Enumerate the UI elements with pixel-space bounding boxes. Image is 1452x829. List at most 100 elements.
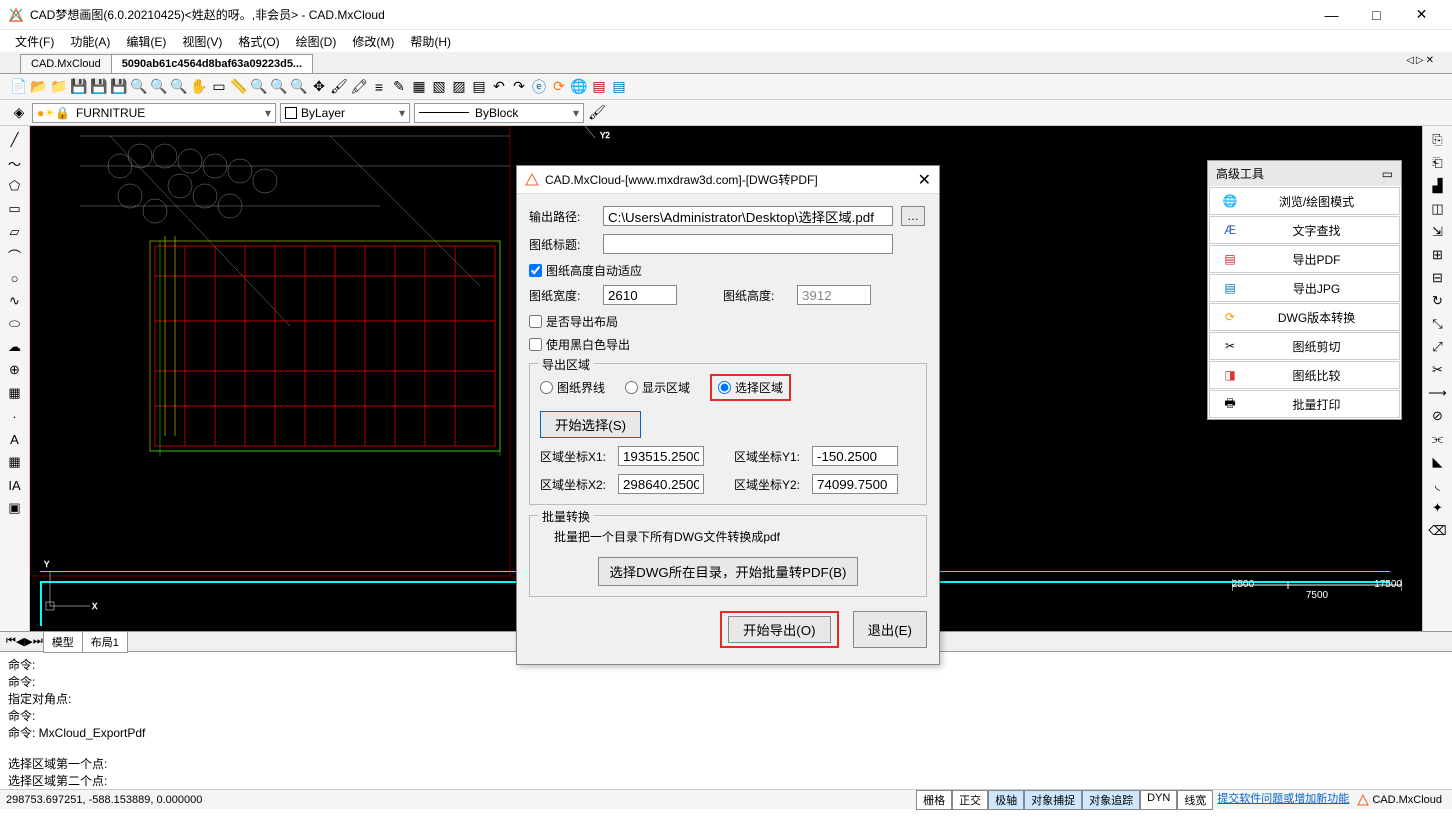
tab-next-icon[interactable]: ▷ (1416, 55, 1424, 66)
start-select-button[interactable]: 开始选择(S) (540, 411, 641, 438)
sb-osnap[interactable]: 对象捕捉 (1024, 790, 1082, 810)
open-icon[interactable]: 📂 (30, 78, 48, 96)
browse-button[interactable]: … (901, 206, 925, 226)
adv-textfind-button[interactable]: Æ文字查找 (1209, 216, 1400, 244)
close-button[interactable]: ✕ (1399, 1, 1444, 29)
insert-icon[interactable]: ⊕ (5, 360, 25, 380)
sb-dyn[interactable]: DYN (1140, 790, 1177, 810)
move-icon[interactable]: ✥ (310, 78, 328, 96)
tab-close-icon[interactable]: ✕ (1426, 55, 1434, 66)
pline-icon[interactable]: 〜 (5, 153, 25, 173)
zoomin-icon[interactable]: 🔍 (150, 78, 168, 96)
move2-icon[interactable]: ⇲ (1428, 222, 1448, 242)
adv-clip-button[interactable]: ✂图纸剪切 (1209, 332, 1400, 360)
trim-icon[interactable]: ✂ (1428, 360, 1448, 380)
feedback-link[interactable]: 提交软件问题或增加新功能 (1213, 790, 1353, 810)
mt-first-icon[interactable]: ⏮ (6, 635, 16, 648)
explode-icon[interactable]: ✦ (1428, 498, 1448, 518)
break-icon[interactable]: ⊘ (1428, 406, 1448, 426)
table-icon[interactable]: ▦ (5, 452, 25, 472)
copy-icon[interactable]: ⎘ (1428, 130, 1448, 150)
adv-compare-button[interactable]: ◨图纸比较 (1209, 361, 1400, 389)
ellipse-icon[interactable]: ⬭ (5, 314, 25, 334)
jpg-icon[interactable]: ▤ (610, 78, 628, 96)
zoomout-icon[interactable]: 🔍 (170, 78, 188, 96)
redo-icon[interactable]: ↷ (510, 78, 528, 96)
rotate-icon[interactable]: ↻ (1428, 291, 1448, 311)
zoomwin-icon[interactable]: 🔍 (270, 78, 288, 96)
array2-icon[interactable]: ⊟ (1428, 268, 1448, 288)
sb-lw[interactable]: 线宽 (1177, 790, 1213, 810)
refresh-icon[interactable]: ⟳ (550, 78, 568, 96)
tool2-icon[interactable]: ▧ (430, 78, 448, 96)
adv-dwgconv-button[interactable]: ⟳DWG版本转换 (1209, 303, 1400, 331)
adv-browse-button[interactable]: 🌐浏览/绘图模式 (1209, 187, 1400, 215)
zoom2-icon[interactable]: 🔍 (250, 78, 268, 96)
array-icon[interactable]: ⊞ (1428, 245, 1448, 265)
hatch-icon[interactable]: ▦ (5, 383, 25, 403)
save3-icon[interactable]: 💾 (110, 78, 128, 96)
region-icon[interactable]: ▣ (5, 498, 25, 518)
start-export-button[interactable]: 开始导出(O) (728, 616, 831, 643)
outpath-input[interactable] (603, 206, 893, 226)
join-icon[interactable]: ⫘ (1428, 429, 1448, 449)
text-icon[interactable]: A (5, 429, 25, 449)
erase-icon[interactable]: ⌫ (1428, 521, 1448, 541)
paint-icon[interactable]: 🖌 (330, 78, 348, 96)
bwexport-checkbox[interactable]: 使用黑白色导出 (529, 336, 927, 353)
doctitle-input[interactable] (603, 234, 893, 254)
tab-prev-icon[interactable]: ◁ (1406, 55, 1414, 66)
menu-draw[interactable]: 绘图(D) (289, 31, 344, 52)
rect-icon[interactable]: ▭ (5, 199, 25, 219)
x2-input[interactable] (618, 474, 704, 494)
layer-dropdown[interactable]: ●☀🔒 FURNITRUE (32, 103, 276, 123)
autofit-checkbox[interactable]: 图纸高度自动适应 (529, 262, 927, 279)
stretch-icon[interactable]: ⤢ (1428, 337, 1448, 357)
offset-icon[interactable]: ◫ (1428, 199, 1448, 219)
tab-model[interactable]: 模型 (43, 631, 83, 653)
line-icon[interactable]: ╱ (5, 130, 25, 150)
exportlayout-checkbox[interactable]: 是否导出布局 (529, 313, 927, 330)
linetype-dropdown[interactable]: ByBlock (414, 103, 584, 123)
edit-icon[interactable]: ✎ (390, 78, 408, 96)
radio-display[interactable]: 显示区域 (625, 379, 690, 396)
command-window[interactable]: 命令: 命令: 指定对角点: 命令: 命令: MxCloud_ExportPdf… (0, 651, 1452, 789)
layers-icon[interactable]: ≡ (370, 78, 388, 96)
dialog-close-button[interactable]: ✕ (918, 170, 931, 190)
mtext-icon[interactable]: IA (5, 475, 25, 495)
copy2-icon[interactable]: ⎗ (1428, 153, 1448, 173)
fillet-icon[interactable]: ◟ (1428, 475, 1448, 495)
mirror-icon[interactable]: ▟ (1428, 176, 1448, 196)
adv-exportpdf-button[interactable]: ▤导出PDF (1209, 245, 1400, 273)
sb-polar[interactable]: 极轴 (988, 790, 1024, 810)
mt-prev-icon[interactable]: ◀ (16, 635, 24, 648)
radio-bounds[interactable]: 图纸界线 (540, 379, 605, 396)
layermgr-icon[interactable]: ◈ (10, 104, 28, 122)
x1-input[interactable] (618, 446, 704, 466)
pan-icon[interactable]: ✋ (190, 78, 208, 96)
menu-view[interactable]: 视图(V) (175, 31, 229, 52)
chamfer-icon[interactable]: ◣ (1428, 452, 1448, 472)
globe-icon[interactable]: 🌐 (570, 78, 588, 96)
menu-edit[interactable]: 编辑(E) (119, 31, 173, 52)
spline-icon[interactable]: ∿ (5, 291, 25, 311)
sb-grid[interactable]: 栅格 (916, 790, 952, 810)
undo-icon[interactable]: ↶ (490, 78, 508, 96)
new-icon[interactable]: 📄 (10, 78, 28, 96)
adv-panel-menu-icon[interactable]: ▭ (1382, 167, 1393, 181)
width-input[interactable] (603, 285, 677, 305)
calc-icon[interactable]: ▤ (470, 78, 488, 96)
tool3-icon[interactable]: ▨ (450, 78, 468, 96)
menu-help[interactable]: 帮助(H) (403, 31, 458, 52)
tab-layout1[interactable]: 布局1 (82, 631, 128, 653)
exit-button[interactable]: 退出(E) (853, 611, 927, 648)
select-icon[interactable]: ▭ (210, 78, 228, 96)
rect2-icon[interactable]: ▱ (5, 222, 25, 242)
arc-icon[interactable]: ⌒ (5, 245, 25, 265)
sb-ortho[interactable]: 正交 (952, 790, 988, 810)
brush-icon[interactable]: 🖍 (350, 78, 368, 96)
measure-icon[interactable]: 📏 (230, 78, 248, 96)
menu-func[interactable]: 功能(A) (63, 31, 117, 52)
save-icon[interactable]: 💾 (70, 78, 88, 96)
radio-select[interactable]: 选择区域 (718, 379, 783, 396)
